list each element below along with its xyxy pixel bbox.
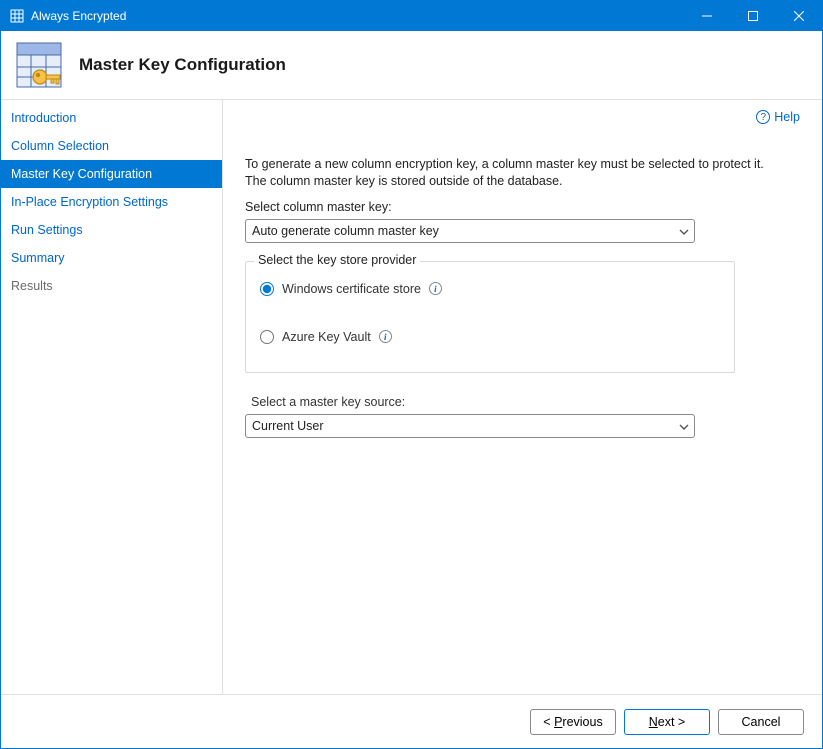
radio-windows-cert-store-input[interactable] xyxy=(260,282,274,296)
cancel-button[interactable]: Cancel xyxy=(718,709,804,735)
provider-group-title: Select the key store provider xyxy=(254,253,420,267)
intro-text: To generate a new column encryption key,… xyxy=(245,156,765,190)
help-icon: ? xyxy=(756,110,770,124)
wizard-main: ? Help To generate a new column encrypti… xyxy=(223,99,822,694)
info-icon[interactable]: i xyxy=(429,282,442,295)
page-title: Master Key Configuration xyxy=(79,55,286,75)
master-key-icon xyxy=(13,39,65,91)
source-label: Select a master key source: xyxy=(251,395,798,409)
source-select-wrap: Current User xyxy=(245,414,695,438)
wizard-sidebar: Introduction Column Selection Master Key… xyxy=(1,99,223,694)
cmk-select-wrap: Auto generate column master key xyxy=(245,219,695,243)
sidebar-item-introduction[interactable]: Introduction xyxy=(1,104,222,132)
minimize-button[interactable] xyxy=(684,1,730,31)
cmk-select-value: Auto generate column master key xyxy=(252,224,439,238)
help-label: Help xyxy=(774,110,800,124)
cmk-label: Select column master key: xyxy=(245,200,798,214)
sidebar-item-column-selection[interactable]: Column Selection xyxy=(1,132,222,160)
provider-groupbox: Select the key store provider Windows ce… xyxy=(245,261,735,373)
wizard-footer: < Previous Next > Cancel xyxy=(1,694,822,748)
radio-azure-key-vault[interactable]: Azure Key Vault i xyxy=(260,330,720,344)
source-select[interactable]: Current User xyxy=(245,414,695,438)
sidebar-item-summary[interactable]: Summary xyxy=(1,244,222,272)
wizard-window: Always Encrypted xyxy=(0,0,823,749)
radio-windows-cert-store[interactable]: Windows certificate store i xyxy=(260,282,720,296)
source-select-value: Current User xyxy=(252,419,324,433)
titlebar: Always Encrypted xyxy=(1,1,822,31)
info-icon[interactable]: i xyxy=(379,330,392,343)
close-button[interactable] xyxy=(776,1,822,31)
help-link[interactable]: ? Help xyxy=(756,110,800,124)
radio-akv-label: Azure Key Vault xyxy=(282,330,371,344)
next-button[interactable]: Next > xyxy=(624,709,710,735)
radio-windows-label: Windows certificate store xyxy=(282,282,421,296)
previous-button[interactable]: < Previous xyxy=(530,709,616,735)
window-title: Always Encrypted xyxy=(31,9,126,23)
sidebar-item-in-place-encryption-settings[interactable]: In-Place Encryption Settings xyxy=(1,188,222,216)
sidebar-item-results: Results xyxy=(1,272,222,300)
radio-azure-key-vault-input[interactable] xyxy=(260,330,274,344)
wizard-header: Master Key Configuration xyxy=(1,31,822,99)
sidebar-item-master-key-configuration[interactable]: Master Key Configuration xyxy=(1,160,222,188)
app-icon xyxy=(9,8,25,24)
sidebar-item-run-settings[interactable]: Run Settings xyxy=(1,216,222,244)
wizard-body: Introduction Column Selection Master Key… xyxy=(1,99,822,694)
cmk-select[interactable]: Auto generate column master key xyxy=(245,219,695,243)
maximize-button[interactable] xyxy=(730,1,776,31)
